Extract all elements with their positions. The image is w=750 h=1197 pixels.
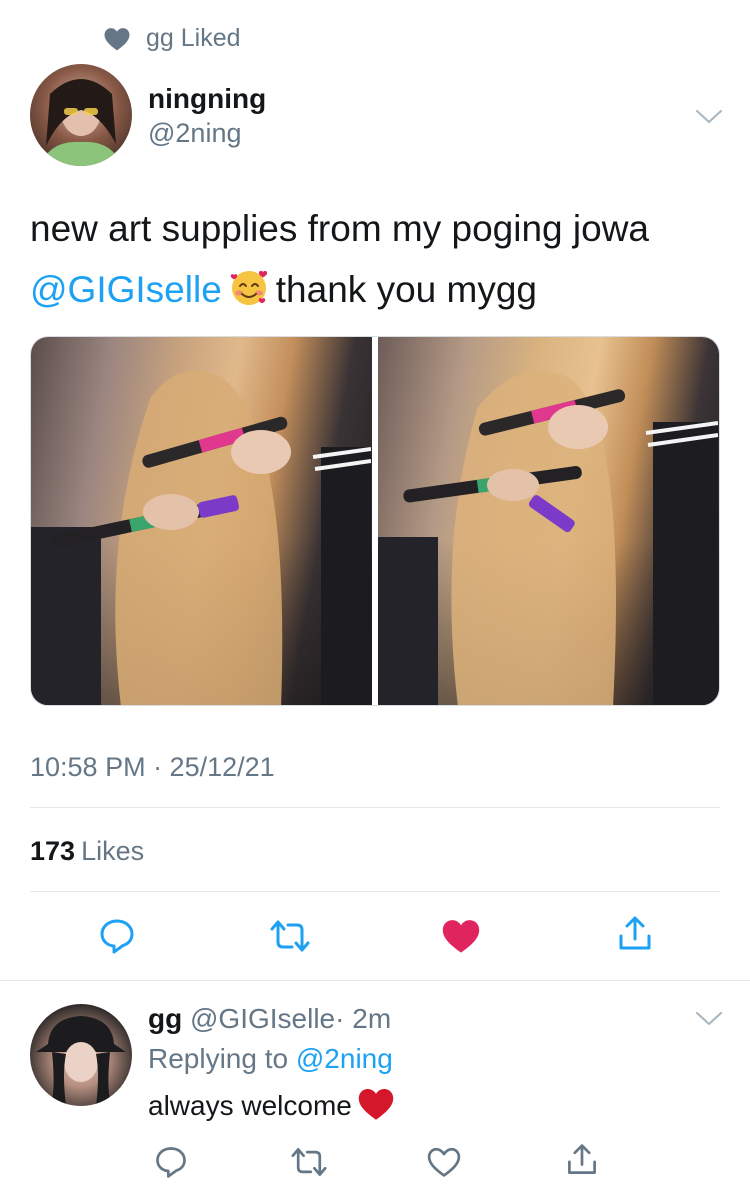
reply-text-content: always welcome: [148, 1090, 352, 1121]
tweet-text-line2: @GIGIselle thank you mygg: [30, 259, 720, 320]
like-button[interactable]: [441, 916, 481, 956]
media-grid: [30, 336, 720, 706]
tweet-timestamp[interactable]: 10:58 PM · 25/12/21: [30, 752, 275, 783]
photo-1[interactable]: [31, 337, 372, 705]
replying-to: Replying to @2ning: [148, 1040, 393, 1078]
tweet-text-end: thank you mygg: [275, 269, 537, 310]
photo-2[interactable]: [378, 337, 719, 705]
reply-icon: [156, 1147, 186, 1178]
smiling-face-with-hearts-icon: [230, 270, 267, 305]
mention-link[interactable]: @GIGIselle: [30, 269, 222, 310]
reply-reply-button[interactable]: [151, 1142, 191, 1182]
social-context: gg Liked: [104, 24, 241, 53]
likes-count: 173: [30, 836, 76, 866]
divider: [0, 980, 750, 981]
likes-label: Likes: [81, 836, 145, 866]
heart-filled-icon: [442, 920, 480, 953]
chevron-down-icon[interactable]: [694, 106, 724, 126]
liked-by-text: gg Liked: [146, 24, 241, 52]
retweet-icon: [291, 1148, 327, 1176]
share-icon: [619, 916, 651, 950]
reply-like-button[interactable]: [424, 1142, 464, 1182]
replying-to-mention[interactable]: @2ning: [296, 1043, 393, 1074]
chevron-down-icon[interactable]: [694, 1008, 724, 1028]
reply-author-handle[interactable]: @GIGIselle: [190, 1003, 335, 1034]
author-name[interactable]: ningning: [148, 82, 266, 116]
heart-outline-icon: [427, 1147, 461, 1177]
retweet-button[interactable]: [270, 916, 310, 956]
author-info[interactable]: ningning @2ning: [148, 82, 266, 150]
likes-stat[interactable]: 173 Likes: [30, 836, 144, 867]
author-avatar[interactable]: [30, 64, 132, 166]
share-icon: [568, 1144, 596, 1174]
reply-time: · 2m: [335, 1003, 392, 1034]
reply-text: always welcome: [148, 1086, 394, 1126]
reply-button[interactable]: [97, 916, 137, 956]
reply-header: gg @GIGIselle· 2m: [148, 1000, 391, 1038]
author-handle[interactable]: @2ning: [148, 116, 266, 150]
share-button[interactable]: [615, 914, 655, 954]
replying-to-prefix: Replying to: [148, 1043, 289, 1074]
divider: [30, 807, 720, 808]
heart-icon: [104, 27, 130, 50]
divider: [30, 891, 720, 892]
reply-retweet-button[interactable]: [289, 1142, 329, 1182]
retweet-icon: [270, 920, 310, 952]
reply-author-name[interactable]: gg: [148, 1003, 182, 1034]
reply-icon: [100, 919, 134, 954]
reply-share-button[interactable]: [562, 1140, 602, 1180]
reply-avatar[interactable]: [30, 1004, 132, 1106]
red-heart-icon: [358, 1089, 394, 1120]
tweet-text: new art supplies from my poging jowa @GI…: [30, 198, 720, 320]
tweet-text-line1: new art supplies from my poging jowa: [30, 208, 650, 249]
